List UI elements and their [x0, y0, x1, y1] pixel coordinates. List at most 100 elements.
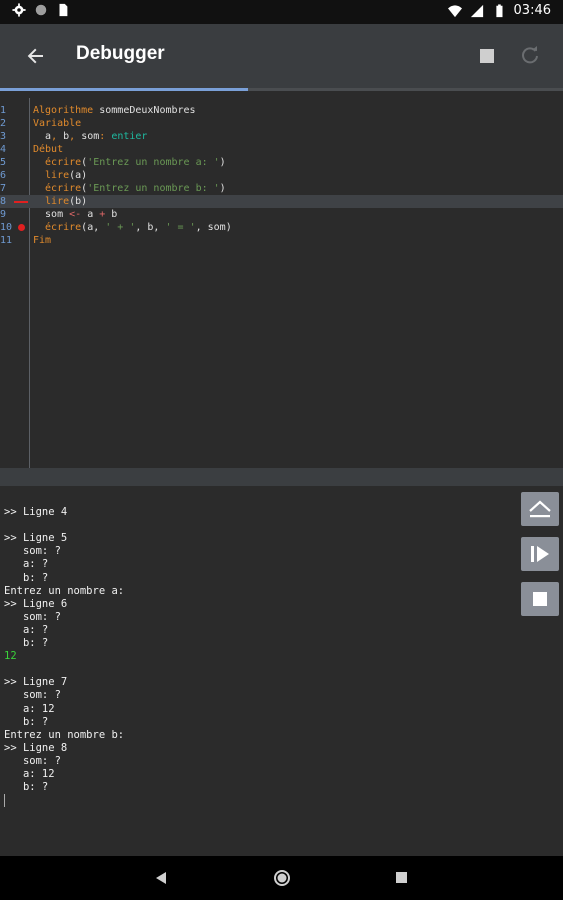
code-token: , som) — [195, 222, 232, 233]
console-line: som: ? — [4, 754, 61, 767]
sim-card-icon — [59, 3, 68, 17]
app-bar: Debugger — [0, 24, 563, 90]
code-line[interactable]: 7 écrire('Entrez un nombre b: ') — [0, 182, 563, 195]
step-icon — [529, 500, 551, 518]
battery-icon — [495, 3, 503, 17]
back-triangle-icon — [156, 872, 166, 884]
console-stop-button[interactable] — [521, 582, 559, 616]
code-token: (a, — [81, 222, 106, 233]
code-text: écrire('Entrez un nombre a: ') — [33, 156, 226, 169]
console-line: >> Ligne 6 — [4, 597, 68, 610]
console-output[interactable]: >> Ligne 4 >> Ligne 5 som: ? a: ? b: ? Ent… — [0, 486, 563, 856]
line-number: 10 — [0, 222, 13, 233]
line-number: 9 — [0, 209, 7, 220]
nav-home-button[interactable] — [272, 868, 292, 888]
code-token: Algorithme — [33, 105, 94, 116]
code-line[interactable]: 5 écrire('Entrez un nombre a: ') — [0, 156, 563, 169]
code-line[interactable]: 1 Algorithme sommeDeuxNombres — [0, 104, 563, 117]
code-text: lire(a) — [33, 169, 87, 182]
code-token: <- — [69, 209, 82, 220]
code-line[interactable]: 11 Fim — [0, 234, 563, 247]
code-line[interactable]: 6 lire(a) — [0, 169, 563, 182]
code-line[interactable]: 2 Variable — [0, 117, 563, 130]
code-line[interactable]: 4 Début — [0, 143, 563, 156]
console-line: b: ? — [4, 571, 49, 584]
nav-back-button[interactable] — [151, 868, 171, 888]
code-token: 'Entrez un nombre a: ' — [87, 157, 220, 168]
stop-icon — [480, 49, 494, 63]
code-token: som — [75, 131, 100, 142]
recents-square-icon — [396, 872, 407, 883]
code-text: écrire(a, ' + ', b, ' = ', som) — [33, 221, 232, 234]
page-title: Debugger — [76, 43, 165, 64]
console-line: Entrez un nombre b: — [4, 728, 125, 741]
code-token: sommeDeuxNombres — [93, 105, 196, 116]
code-line[interactable]: 10 écrire(a, ' + ', b, ' = ', som) — [0, 221, 563, 234]
nav-recents-button[interactable] — [392, 868, 412, 888]
console-line: som: ? — [4, 610, 61, 623]
status-bar: 03:46 — [0, 0, 563, 24]
line-number: 8 — [0, 196, 7, 207]
continue-button[interactable] — [521, 537, 559, 571]
console-line: b: ? — [4, 637, 49, 649]
code-text: Début — [33, 143, 63, 156]
code-line[interactable]: 8 lire(b) — [0, 195, 563, 208]
code-token: ) — [219, 183, 226, 194]
gear-icon — [12, 3, 26, 17]
code-token: b — [57, 131, 70, 142]
restart-button[interactable] — [517, 42, 543, 68]
text-cursor — [4, 794, 5, 807]
code-token: lire — [33, 196, 70, 207]
code-token: (a) — [69, 170, 88, 181]
line-number: 5 — [0, 157, 7, 168]
console-line: a: ? — [4, 558, 49, 571]
code-token: entier — [105, 131, 148, 142]
console-line: som: ? — [4, 545, 61, 558]
code-token: a — [81, 209, 100, 220]
code-text: lire(b) — [33, 195, 87, 208]
code-editor[interactable]: 1 Algorithme sommeDeuxNombres 2 Variable 3 a… — [0, 98, 563, 468]
console-line: a: 12 — [4, 768, 55, 780]
progress-bar — [0, 88, 563, 91]
line-number: 1 — [0, 105, 7, 116]
code-line[interactable]: 3 a, b, som: entier — [0, 130, 563, 143]
line-number: 6 — [0, 170, 7, 181]
code-text: som <- a + b — [33, 208, 117, 221]
code-token: ' = ' — [165, 222, 196, 233]
line-number: 11 — [0, 235, 13, 246]
code-token: ' + ' — [105, 222, 136, 233]
nav-bar — [0, 856, 563, 900]
step-over-button[interactable] — [521, 492, 559, 526]
console-line: Entrez un nombre a: — [4, 584, 125, 597]
back-button[interactable] — [22, 42, 50, 70]
code-token: Fim — [33, 235, 52, 246]
code-token: ) — [219, 157, 226, 168]
code-text: a, b, som: entier — [33, 130, 147, 143]
code-line[interactable]: 9 som <- a + b — [0, 208, 563, 221]
wifi-icon — [447, 4, 462, 17]
code-token: Variable — [33, 118, 82, 129]
code-text: Algorithme sommeDeuxNombres — [33, 104, 196, 117]
stop-button[interactable] — [475, 44, 499, 68]
code-token: (b) — [69, 196, 88, 207]
console-line: >> Ligne 7 — [4, 676, 68, 689]
console-line: b: ? — [4, 781, 49, 794]
signal-icon — [470, 4, 483, 17]
code-token: écrire — [33, 222, 82, 233]
status-time: 03:46 — [513, 3, 551, 18]
code-token: écrire — [33, 183, 82, 194]
code-token: Début — [33, 144, 64, 155]
code-token: a — [33, 131, 52, 142]
code-token: , b, — [135, 222, 166, 233]
line-number: 4 — [0, 144, 7, 155]
console-input-line: 12 — [4, 650, 17, 663]
panel-divider[interactable] — [0, 468, 563, 486]
code-token: b — [105, 209, 118, 220]
line-number: 7 — [0, 183, 7, 194]
circle-icon — [35, 4, 47, 16]
line-number: 2 — [0, 118, 7, 129]
stop-icon — [533, 592, 547, 606]
code-text: Fim — [33, 234, 51, 247]
console-line: >> Ligne 5 — [4, 532, 68, 545]
code-text: Variable — [33, 117, 81, 130]
